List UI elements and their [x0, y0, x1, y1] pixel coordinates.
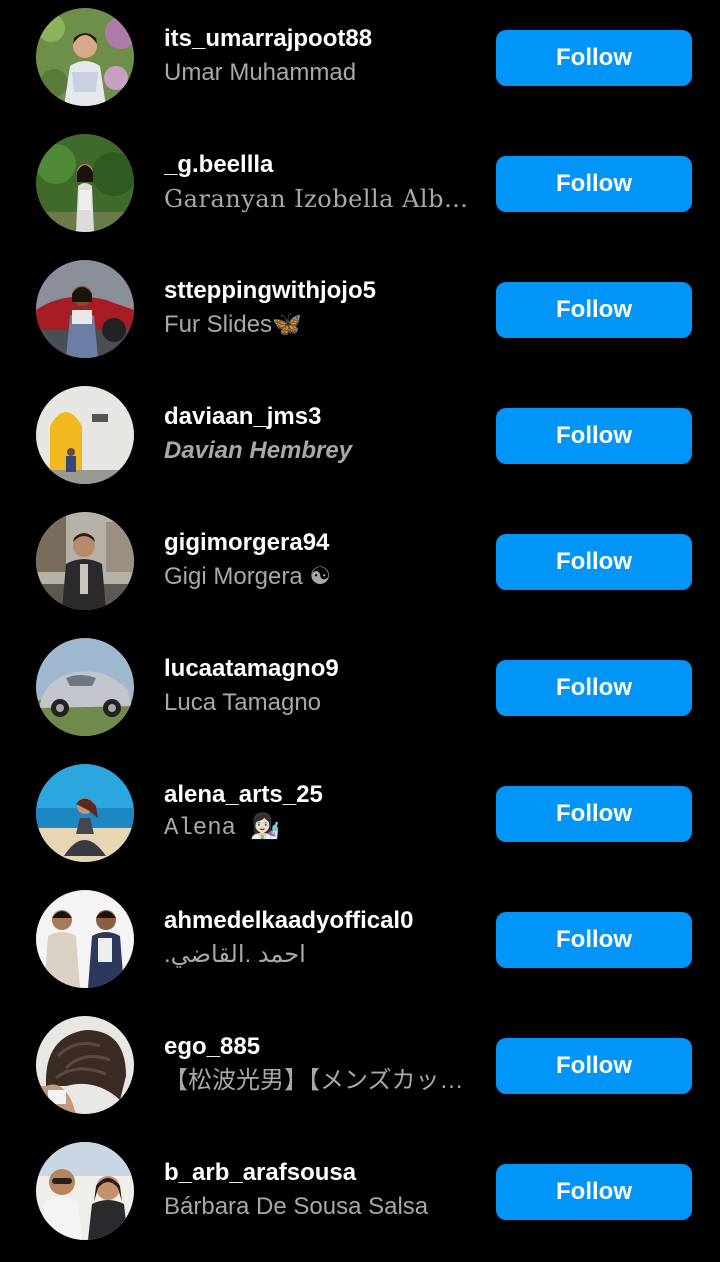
follow-button[interactable]: Follow [496, 1038, 692, 1094]
account-text: lucaatamagno9 Luca Tamagno [164, 652, 474, 720]
full-name: Luca Tamagno [164, 689, 322, 716]
account-text: ego_885 【松波光男】【メンズカッ… [164, 1030, 474, 1098]
avatar[interactable] [36, 386, 134, 484]
avatar[interactable] [36, 1142, 134, 1240]
account-text: ahmedelkaadyoffical0 .احمد .القاضي [164, 904, 474, 972]
account-text: alena_arts_25 Alena 👩🏻‍🔬 [164, 778, 474, 846]
follow-button[interactable]: Follow [496, 1164, 692, 1220]
list-item[interactable]: ego_885 【松波光男】【メンズカッ… Follow [0, 1008, 720, 1134]
username[interactable]: alena_arts_25 [164, 778, 474, 812]
avatar-couple-selfie-image [36, 1142, 134, 1240]
avatar-man-jacket-street-image [36, 512, 134, 610]
list-item[interactable]: its_umarrajpoot88 Umar Muhammad Follow [0, 0, 720, 126]
username[interactable]: its_umarrajpoot88 [164, 22, 474, 56]
follow-button[interactable]: Follow [496, 282, 692, 338]
username[interactable]: ahmedelkaadyoffical0 [164, 904, 474, 938]
username[interactable]: ego_885 [164, 1030, 474, 1064]
account-text: gigimorgera94 Gigi Morgera ☯ [164, 526, 474, 594]
avatar[interactable] [36, 134, 134, 232]
avatar-vintage-car-image [36, 638, 134, 736]
follow-button[interactable]: Follow [496, 156, 692, 212]
avatar[interactable] [36, 764, 134, 862]
avatar-hair-closeup-image [36, 1016, 134, 1114]
follow-button[interactable]: Follow [496, 786, 692, 842]
full-name: Alena 👩🏻‍🔬 [164, 815, 281, 842]
avatar[interactable] [36, 638, 134, 736]
avatar-two-men-image [36, 890, 134, 988]
account-text: its_umarrajpoot88 Umar Muhammad [164, 22, 474, 90]
username[interactable]: _g.beellla [164, 148, 474, 182]
account-text: _g.beellla Garanyan Izobella Alber… [164, 148, 474, 216]
account-text: stteppingwithjojo5 Fur Slides🦋 [164, 274, 474, 342]
follow-button[interactable]: Follow [496, 534, 692, 590]
username[interactable]: daviaan_jms3 [164, 400, 474, 434]
list-item[interactable]: ahmedelkaadyoffical0 .احمد .القاضي Follo… [0, 882, 720, 1008]
list-item[interactable]: _g.beellla Garanyan Izobella Alber… Foll… [0, 126, 720, 252]
follow-button[interactable]: Follow [496, 912, 692, 968]
list-item[interactable]: lucaatamagno9 Luca Tamagno Follow [0, 630, 720, 756]
account-text: daviaan_jms3 Davian Hembrey [164, 400, 474, 468]
full-name: Umar Muhammad [164, 59, 357, 86]
full-name: Bárbara De Sousa Salsa [164, 1193, 429, 1220]
follow-button[interactable]: Follow [496, 30, 692, 86]
avatar[interactable] [36, 8, 134, 106]
list-item[interactable]: b_arb_arafsousa Bárbara De Sousa Salsa F… [0, 1134, 720, 1260]
full-name: Gigi Morgera ☯ [164, 563, 331, 590]
avatar-woman-floral-garden-image [36, 8, 134, 106]
avatar-woman-red-car-image [36, 260, 134, 358]
full-name: .احمد .القاضي [164, 941, 306, 968]
suggested-accounts-list: its_umarrajpoot88 Umar Muhammad Follow _… [0, 0, 720, 1262]
full-name: Davian Hembrey [164, 437, 353, 464]
list-item[interactable]: alena_arts_25 Alena 👩🏻‍🔬 Follow [0, 756, 720, 882]
avatar[interactable] [36, 260, 134, 358]
username[interactable]: stteppingwithjojo5 [164, 274, 474, 308]
follow-button[interactable]: Follow [496, 660, 692, 716]
account-text: b_arb_arafsousa Bárbara De Sousa Salsa [164, 1156, 474, 1224]
full-name: Garanyan Izobella Alber… [164, 185, 474, 213]
avatar-woman-beach-image [36, 764, 134, 862]
avatar[interactable] [36, 890, 134, 988]
avatar[interactable] [36, 512, 134, 610]
username[interactable]: b_arb_arafsousa [164, 1156, 474, 1190]
full-name: 【松波光男】【メンズカッ… [164, 1067, 464, 1094]
avatar[interactable] [36, 1016, 134, 1114]
list-item[interactable]: stteppingwithjojo5 Fur Slides🦋 Follow [0, 252, 720, 378]
avatar-man-yellow-door-image [36, 386, 134, 484]
username[interactable]: lucaatamagno9 [164, 652, 474, 686]
list-item[interactable]: daviaan_jms3 Davian Hembrey Follow [0, 378, 720, 504]
follow-button[interactable]: Follow [496, 408, 692, 464]
username[interactable]: gigimorgera94 [164, 526, 474, 560]
list-item[interactable]: gigimorgera94 Gigi Morgera ☯ Follow [0, 504, 720, 630]
avatar-woman-white-dress-garden-image [36, 134, 134, 232]
full-name: Fur Slides🦋 [164, 311, 302, 338]
